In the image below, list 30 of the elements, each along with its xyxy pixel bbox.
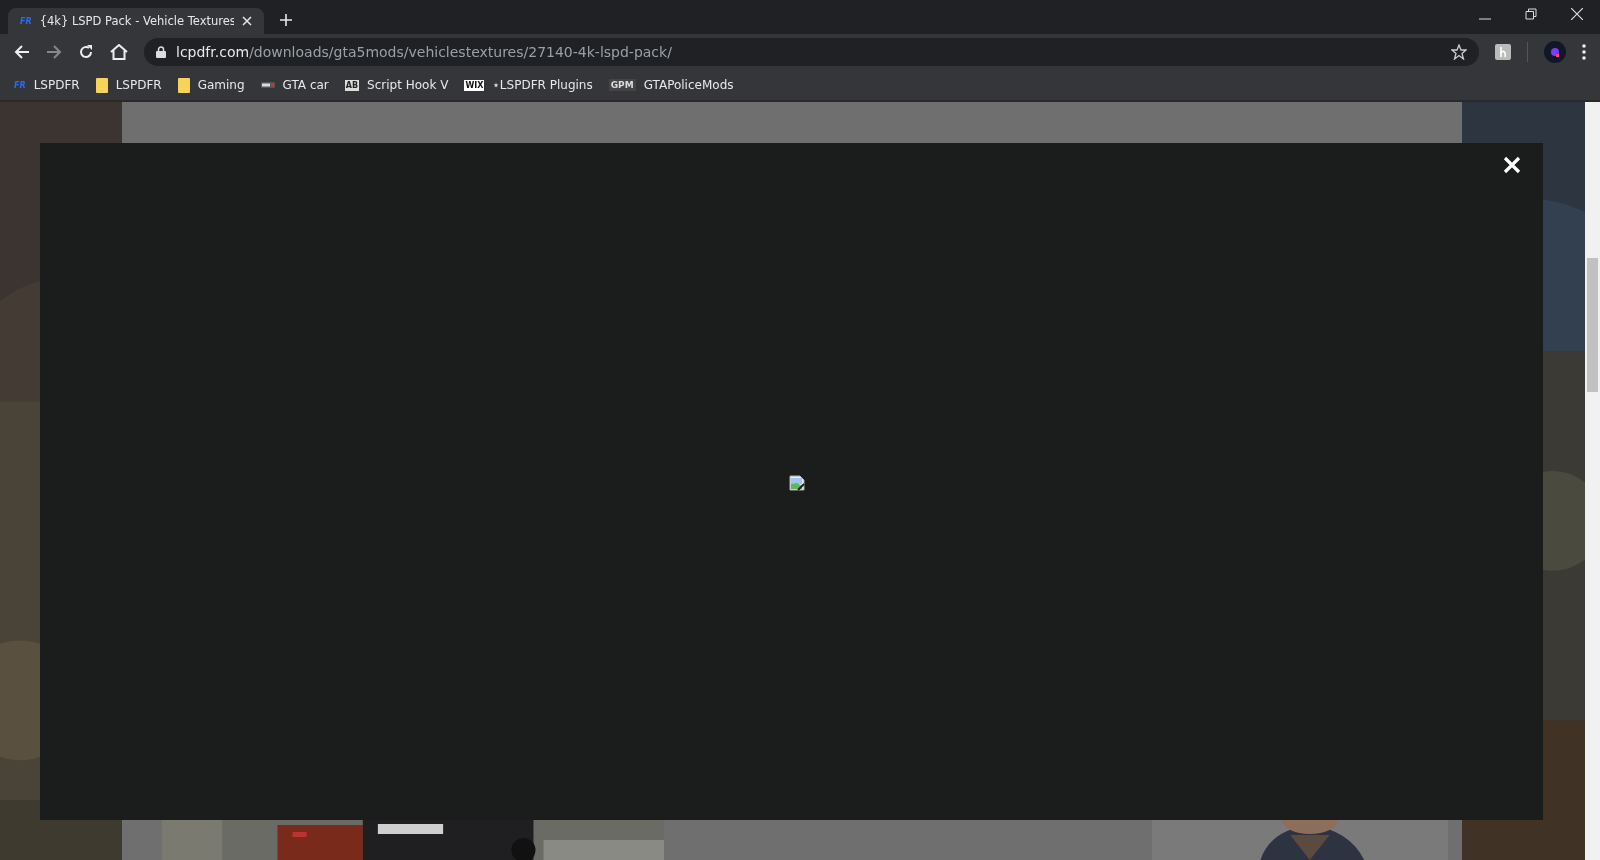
broken-image-icon bbox=[789, 475, 805, 491]
bookmark[interactable]: FR LSPDFR bbox=[14, 78, 80, 92]
profile-avatar-icon[interactable] bbox=[1544, 41, 1566, 63]
site-favicon: FR bbox=[20, 16, 32, 26]
bookmark[interactable]: GTA car bbox=[260, 78, 329, 92]
lock-icon bbox=[156, 46, 166, 58]
bookmark[interactable]: WIX ⋆LSPDFR Plugins bbox=[464, 78, 593, 92]
folder-icon bbox=[177, 77, 190, 93]
restore-icon[interactable] bbox=[1525, 8, 1537, 20]
bookmark[interactable]: AB Script Hook V bbox=[344, 78, 449, 92]
reload-icon[interactable] bbox=[78, 44, 94, 60]
url-text: lcpdfr.com/downloads/gta5mods/vehiclestextures/27140-4k-lspd-pack/ bbox=[176, 44, 672, 60]
car-icon bbox=[260, 82, 275, 88]
address-bar[interactable]: lcpdfr.com/downloads/gta5mods/vehiclestextures/27140-4k-lspd-pack/ bbox=[144, 38, 1479, 66]
new-tab-icon[interactable] bbox=[280, 14, 292, 26]
home-icon[interactable] bbox=[110, 44, 128, 60]
site-favicon: FR bbox=[14, 80, 26, 90]
close-icon[interactable] bbox=[1571, 8, 1583, 20]
site-favicon: WIX bbox=[464, 79, 485, 91]
bookmark[interactable]: Gaming bbox=[177, 77, 245, 93]
menu-icon[interactable] bbox=[1582, 44, 1586, 60]
star-icon[interactable] bbox=[1451, 44, 1467, 60]
site-favicon: AB bbox=[344, 79, 360, 91]
close-icon[interactable] bbox=[242, 16, 252, 26]
bookmark[interactable]: LSPDFR bbox=[95, 77, 162, 93]
folder-icon bbox=[95, 77, 108, 93]
site-favicon: GPM bbox=[608, 79, 636, 91]
back-icon[interactable] bbox=[14, 44, 30, 60]
bookmark[interactable]: GPM GTAPoliceMods bbox=[608, 78, 734, 92]
forward-icon[interactable] bbox=[46, 44, 62, 60]
